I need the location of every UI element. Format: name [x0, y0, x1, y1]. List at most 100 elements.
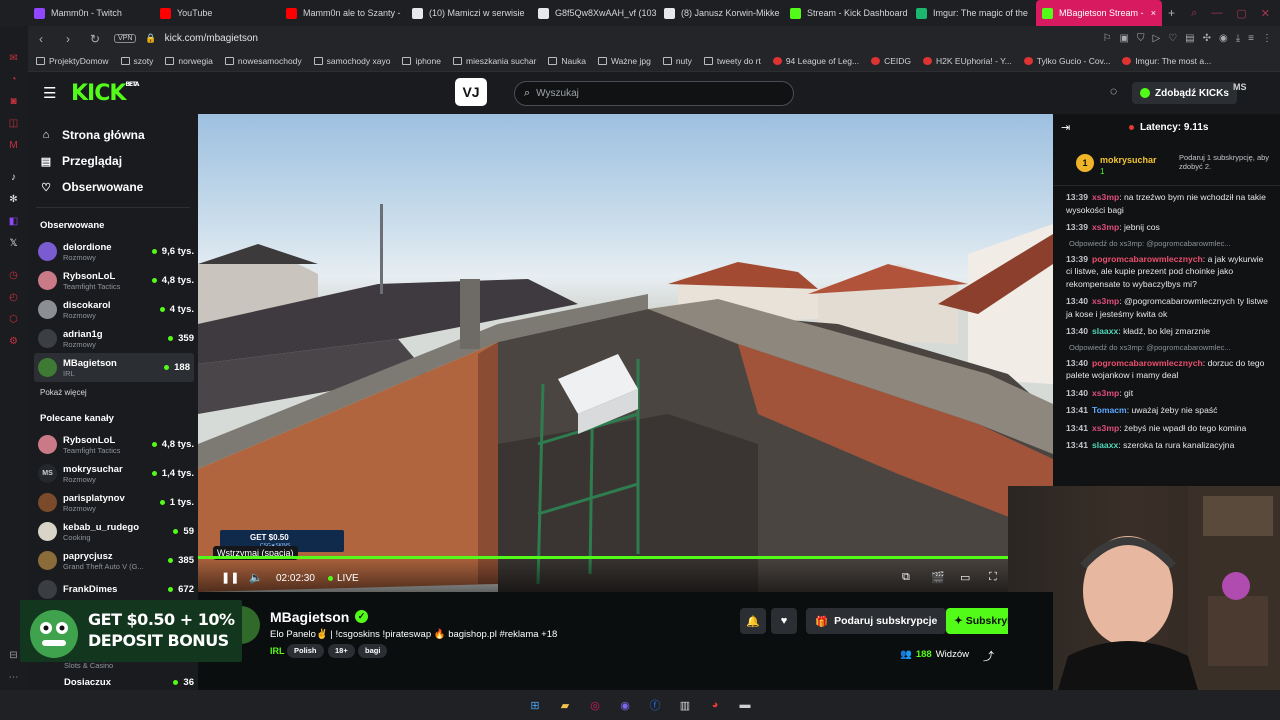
- maximize-icon[interactable]: ▢: [1236, 7, 1246, 20]
- messenger-icon[interactable]: ✉: [8, 53, 19, 64]
- terminal-icon[interactable]: ▬: [736, 696, 754, 714]
- kick-logo[interactable]: KICKBETA: [71, 81, 139, 106]
- x-icon[interactable]: 𝕏: [8, 238, 19, 249]
- nav-item-strona-g--wna[interactable]: ⌂ Strona główna: [28, 122, 198, 148]
- message-username[interactable]: xs3mp: [1092, 296, 1119, 306]
- more-icon[interactable]: ⋯: [8, 672, 19, 683]
- browser-tab[interactable]: Imgur: The magic of the: [910, 0, 1036, 26]
- chat-message[interactable]: 13:39 xs3mp: na trzeźwo bym nie wchodził …: [1053, 191, 1280, 216]
- hamburger-menu-icon[interactable]: ☰: [43, 84, 57, 102]
- channel-item[interactable]: RybsonLoL Teamfight Tactics 4,8 tys.: [28, 266, 198, 295]
- pause-button[interactable]: ❚❚: [221, 571, 239, 584]
- tag-polish[interactable]: Polish: [287, 644, 324, 658]
- screenshot-icon[interactable]: ▣: [1120, 33, 1129, 44]
- close-window-icon[interactable]: ✕: [1261, 7, 1270, 20]
- chat-message[interactable]: 13:39 pogromcabarowmlecznych: a jak wykur…: [1053, 253, 1280, 291]
- bookmark-item[interactable]: szoty: [120, 56, 153, 66]
- stream-category[interactable]: IRL: [270, 646, 285, 656]
- lock-icon[interactable]: 🔒: [145, 33, 156, 44]
- theater-mode-icon[interactable]: ▭: [960, 571, 970, 584]
- wallet-icon[interactable]: ▤: [1185, 33, 1194, 44]
- browser-tab[interactable]: (8) Janusz Korwin-Mikke: [658, 0, 784, 26]
- extensions-icon[interactable]: ✣: [1203, 33, 1211, 44]
- get-kicks-button[interactable]: Zdobądź KICKs: [1132, 82, 1237, 104]
- message-username[interactable]: slaaxx: [1092, 326, 1118, 336]
- back-icon[interactable]: ‹: [32, 32, 50, 46]
- bookmark-item[interactable]: Imgur: The most a...: [1122, 56, 1211, 66]
- download-icon[interactable]: ⤓: [1236, 33, 1240, 44]
- bookmark-item[interactable]: tweety do rt: [703, 56, 761, 66]
- channel-item-dosiaczux[interactable]: Dosiaczux 36: [64, 677, 194, 688]
- twitch-icon[interactable]: ◧: [8, 216, 19, 227]
- notifications-icon[interactable]: ◌: [1110, 84, 1117, 98]
- channel-item[interactable]: MBagietson IRL 188: [34, 353, 194, 382]
- bookmark-item[interactable]: mieszkania suchar: [453, 56, 536, 66]
- bookmark-item[interactable]: 94 League of Leg...: [772, 56, 859, 66]
- channel-item[interactable]: MS mokrysuchar Rozmowy 1,4 tys.: [28, 459, 198, 488]
- message-username[interactable]: xs3mp: [1092, 423, 1119, 433]
- bookmark-item[interactable]: nowesamochody: [224, 56, 302, 66]
- bookmark-item[interactable]: Ważne jpg: [597, 56, 651, 66]
- search-input[interactable]: [536, 88, 767, 99]
- message-username[interactable]: Tomacm: [1092, 405, 1127, 415]
- profile-icon[interactable]: ◉: [1219, 33, 1228, 44]
- browser-tab[interactable]: Mamm0n ale to Szanty -: [280, 0, 406, 26]
- minimize-icon[interactable]: —: [1211, 7, 1222, 20]
- chatgpt-icon[interactable]: ✻: [8, 194, 19, 205]
- clip-icon[interactable]: 🎬: [931, 571, 945, 584]
- chat-message[interactable]: 13:41 Tomacm: uważaj żeby nie spaść: [1053, 404, 1280, 417]
- chat-message[interactable]: 13:41 slaaxx: szeroka ta rura kanalizacyj…: [1053, 439, 1280, 452]
- vk-icon[interactable]: ◫: [8, 118, 19, 129]
- chat-message[interactable]: 13:40 slaaxx: kładź, bo klej zmarznie: [1053, 325, 1280, 338]
- channel-name[interactable]: MBagietson: [270, 609, 349, 625]
- opera-icon[interactable]: ◎: [586, 696, 604, 714]
- chat-message[interactable]: 13:41 xs3mp: żebyś nie wpadł do tego komi…: [1053, 422, 1280, 435]
- nav-item-obserwowane[interactable]: ♡ Obserwowane: [28, 174, 198, 200]
- browser-tab[interactable]: Stream - Kick Dashboard: [784, 0, 910, 26]
- bookmark-icon[interactable]: ⚐: [1103, 33, 1112, 44]
- chat-message[interactable]: 13:40 xs3mp: git: [1053, 387, 1280, 400]
- fullscreen-icon[interactable]: ⛶: [989, 571, 997, 584]
- channel-item[interactable]: adrian1g Rozmowy 359: [28, 324, 198, 353]
- reload-icon[interactable]: ↻: [86, 32, 104, 46]
- settings-gear-icon[interactable]: ⚙: [8, 336, 19, 347]
- browser-tab[interactable]: G8f5Qw8XwAAH_vf (103: [532, 0, 658, 26]
- menu-icon[interactable]: ⋮: [1262, 33, 1272, 44]
- hide-rail-icon[interactable]: ⊟: [8, 650, 19, 661]
- settings-icon[interactable]: ≡: [1248, 33, 1254, 44]
- channel-item[interactable]: paprycjusz Grand Theft Auto V (G... 385: [28, 546, 198, 575]
- cube-icon[interactable]: ⬡: [8, 314, 19, 325]
- new-tab-button[interactable]: +: [1168, 6, 1175, 20]
- message-username[interactable]: pogromcabarowmlecznych: [1092, 358, 1203, 368]
- follow-heart-button[interactable]: ♥: [771, 608, 797, 634]
- vpn-badge[interactable]: VPN: [114, 34, 137, 43]
- bookmark-item[interactable]: CEIDG: [871, 56, 911, 66]
- bookmark-item[interactable]: Nauka: [548, 56, 586, 66]
- share-icon[interactable]: ⤴: [983, 648, 994, 664]
- history-icon[interactable]: ◷: [8, 270, 19, 281]
- message-username[interactable]: pogromcabarowmlecznych: [1092, 254, 1203, 264]
- message-username[interactable]: xs3mp: [1092, 192, 1119, 202]
- subscribe-button[interactable]: ✦ Subskrybuj: [946, 608, 1008, 634]
- bookmark-item[interactable]: nuty: [662, 56, 692, 66]
- bookmark-item[interactable]: samochody xayo: [313, 56, 390, 66]
- vj-button[interactable]: VJ: [455, 78, 487, 106]
- url-field[interactable]: kick.com/mbagietson: [165, 33, 258, 44]
- bookmark-item[interactable]: iphone: [402, 56, 441, 66]
- chat-message[interactable]: 13:39 xs3mp: jebnij cos: [1053, 221, 1280, 234]
- bookmark-item[interactable]: norwegia: [165, 56, 213, 66]
- channel-item[interactable]: discokarol Rozmowy 4 tys.: [28, 295, 198, 324]
- nav-item-przegl-daj[interactable]: ▤ Przeglądaj: [28, 148, 198, 174]
- discord-icon[interactable]: ◉: [616, 696, 634, 714]
- channel-item[interactable]: delordione Rozmowy 9,6 tys.: [28, 237, 198, 266]
- pinned-username[interactable]: mokrysuchar: [1100, 155, 1157, 165]
- gmail-icon[interactable]: M: [8, 140, 19, 151]
- heart-icon[interactable]: ♡: [1168, 33, 1177, 44]
- channel-item[interactable]: kebab_u_rudego Cooking 59: [28, 517, 198, 546]
- tiktok-icon[interactable]: ♪: [8, 172, 19, 183]
- forward-icon[interactable]: ›: [59, 32, 77, 46]
- volume-icon[interactable]: 🔈: [249, 571, 263, 584]
- tag-18plus[interactable]: 18+: [328, 644, 355, 658]
- bookmark-item[interactable]: Tylko Gucio - Cov...: [1023, 56, 1110, 66]
- bookmark-item[interactable]: ProjektyDomow: [36, 56, 109, 66]
